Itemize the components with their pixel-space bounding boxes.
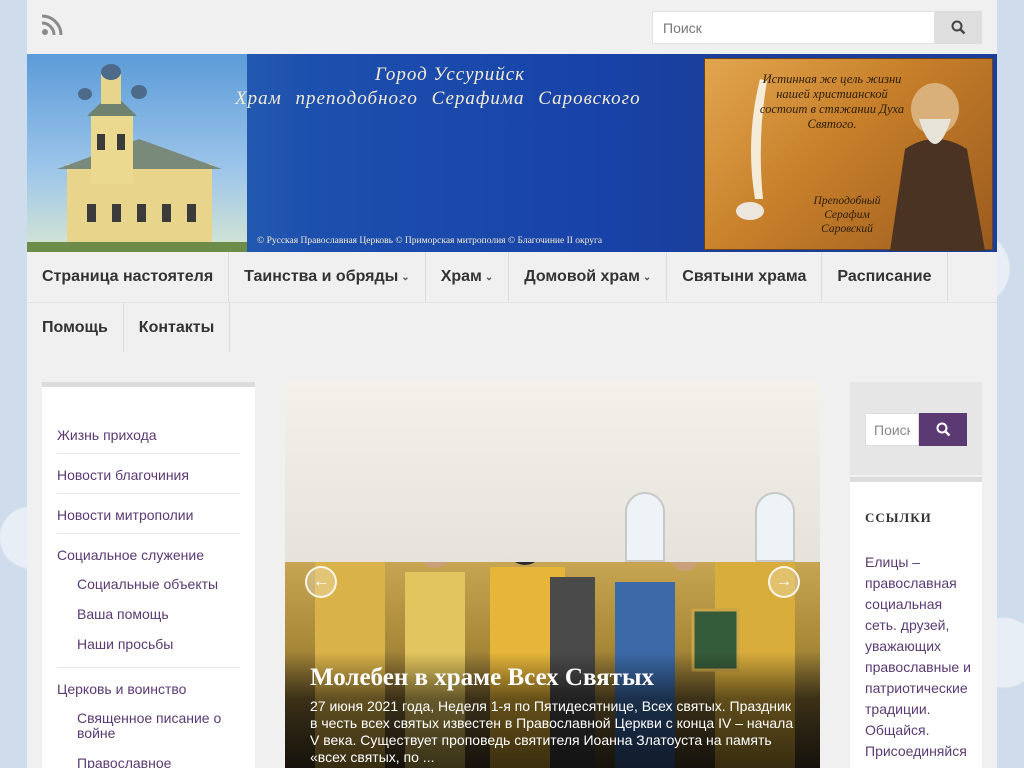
- page: Город Уссурийск Храм преподобного Серафи…: [27, 0, 997, 768]
- sidebar-item-deanery-news[interactable]: Новости благочиния: [57, 454, 240, 494]
- sidebar-subitem-scripture-war[interactable]: Священное писание о войне: [77, 705, 225, 750]
- main-nav: Страница настоятеля Таинства и обряды ⌄ Х…: [27, 252, 997, 353]
- top-search-button[interactable]: [935, 11, 982, 44]
- sidebar-search-input[interactable]: [865, 413, 919, 446]
- banner-signature: Преподобный Серафим Саровский: [813, 195, 881, 235]
- arrow-right-icon: →: [776, 573, 792, 590]
- chevron-down-icon: ⌄: [484, 271, 494, 283]
- top-bar: [27, 0, 997, 54]
- nav-item-temple[interactable]: Храм ⌄: [426, 252, 510, 302]
- slide-photo-background: [285, 382, 820, 572]
- top-search-input[interactable]: [652, 11, 935, 44]
- site-header-banner[interactable]: Город Уссурийск Храм преподобного Серафи…: [27, 54, 997, 252]
- search-icon: [951, 20, 966, 35]
- slide-window: [755, 492, 795, 562]
- nav-item-sacraments[interactable]: Таинства и обряды ⌄: [229, 252, 426, 302]
- links-title: ССЫЛКИ: [865, 510, 932, 525]
- sidebar-search-button[interactable]: [919, 413, 967, 446]
- featured-slider[interactable]: ← → Молебен в храме Всех Святых 27 июня …: [285, 382, 820, 768]
- links-widget: ССЫЛКИ Елицы – православная социальная с…: [850, 477, 982, 768]
- arrow-left-icon: ←: [313, 573, 329, 590]
- sidebar-subitem-our-requests[interactable]: Наши просьбы: [77, 631, 225, 661]
- sidebar-subitem-your-help[interactable]: Ваша помощь: [77, 601, 225, 631]
- sidebar-item-social-service[interactable]: Социальное служение Социальные объекты В…: [57, 534, 240, 668]
- chevron-down-icon: ⌄: [642, 271, 652, 283]
- slide-caption: Молебен в храме Всех Святых 27 июня 2021…: [310, 664, 800, 766]
- banner-quote: Истинная же цель жизни нашей христианско…: [759, 72, 905, 131]
- sidebar-subitem-social-objects[interactable]: Социальные объекты: [77, 571, 225, 601]
- sidebar-item-metropolis-news[interactable]: Новости митрополии: [57, 494, 240, 534]
- nav-item-schedule[interactable]: Расписание: [822, 252, 948, 302]
- banner-city: Город Уссурийск: [375, 64, 526, 85]
- rss-icon[interactable]: [41, 14, 63, 36]
- nav-item-help[interactable]: Помощь: [27, 303, 124, 353]
- slider-prev-button[interactable]: ←: [305, 566, 337, 598]
- sidebar-item-parish-life[interactable]: Жизнь прихода: [57, 387, 240, 454]
- slide-window: [625, 492, 665, 562]
- church-image: [27, 54, 247, 252]
- nav-item-contacts[interactable]: Контакты: [124, 303, 231, 353]
- left-sidebar: Жизнь прихода Новости благочиния Новости…: [42, 382, 255, 768]
- links-text[interactable]: Елицы – православная социальная сеть. др…: [865, 552, 977, 762]
- nav-item-house-church[interactable]: Домовой храм ⌄: [509, 252, 668, 302]
- banner-credits: © Русская Православная Церковь © Приморс…: [257, 236, 603, 246]
- chevron-down-icon: ⌄: [401, 271, 410, 283]
- banner-title: Храм преподобного Серафима Саровского: [235, 88, 641, 109]
- sidebar-item-church-army[interactable]: Церковь и воинство Священное писание о в…: [57, 668, 240, 768]
- nav-item-rector[interactable]: Страница настоятеля: [27, 252, 230, 302]
- slide-excerpt: 27 июня 2021 года, Неделя 1-я по Пятидес…: [310, 698, 794, 765]
- slide-title[interactable]: Молебен в храме Всех Святых: [310, 664, 800, 692]
- search-icon: [936, 422, 950, 437]
- slider-next-button[interactable]: →: [768, 566, 800, 598]
- sidebar-search: [850, 382, 982, 475]
- main-content: Жизнь прихода Новости благочиния Новости…: [27, 352, 997, 768]
- top-search: [652, 11, 982, 44]
- nav-item-shrines[interactable]: Святыни храма: [667, 252, 823, 302]
- sidebar-subitem-orthodox-army[interactable]: Православное воинство: [77, 750, 225, 768]
